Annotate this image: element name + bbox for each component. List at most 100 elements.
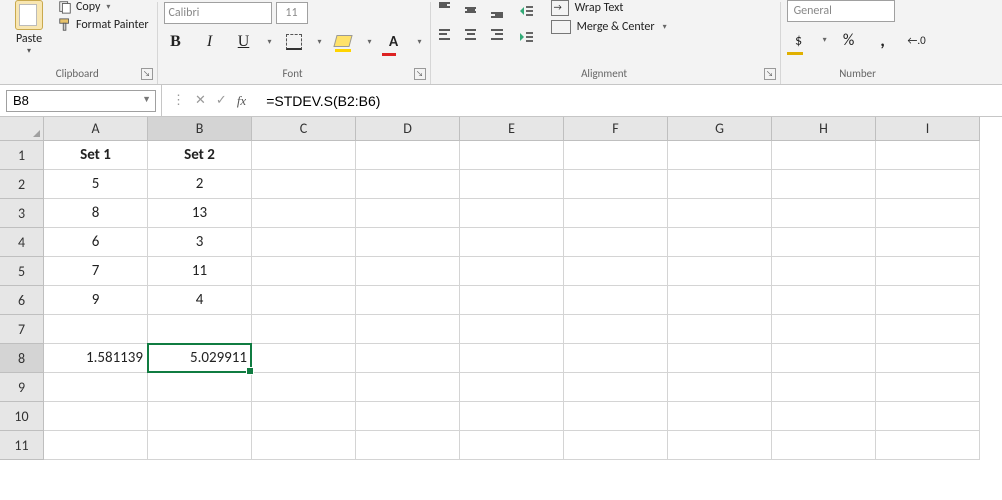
cell-F9[interactable] <box>564 373 668 402</box>
cell-C7[interactable] <box>252 315 356 344</box>
cell-I3[interactable] <box>876 199 980 228</box>
borders-button[interactable] <box>282 30 306 54</box>
cell-A8[interactable]: 1.581139 <box>44 344 148 373</box>
chevron-down-icon[interactable]: ▾ <box>318 37 322 47</box>
cell-H4[interactable] <box>772 228 876 257</box>
cell-H11[interactable] <box>772 431 876 460</box>
comma-button[interactable]: , <box>871 28 895 52</box>
increase-indent-button[interactable] <box>515 26 537 48</box>
align-middle-button[interactable] <box>461 0 481 20</box>
row-header-8[interactable]: 8 <box>0 344 44 373</box>
fx-icon[interactable]: fx <box>237 93 246 109</box>
cell-D4[interactable] <box>356 228 460 257</box>
formula-dots-icon[interactable]: ⋮ <box>172 93 185 108</box>
cell-F2[interactable] <box>564 170 668 199</box>
fill-color-button[interactable] <box>332 30 356 54</box>
cell-H2[interactable] <box>772 170 876 199</box>
cell-G3[interactable] <box>668 199 772 228</box>
chevron-down-icon[interactable]: ▾ <box>368 37 372 47</box>
cell-I9[interactable] <box>876 373 980 402</box>
cell-A9[interactable] <box>44 373 148 402</box>
cell-H9[interactable] <box>772 373 876 402</box>
cell-D7[interactable] <box>356 315 460 344</box>
row-header-4[interactable]: 4 <box>0 228 44 257</box>
cell-C4[interactable] <box>252 228 356 257</box>
cell-D10[interactable] <box>356 402 460 431</box>
cell-G7[interactable] <box>668 315 772 344</box>
font-name-combo[interactable]: Calibri <box>164 2 272 24</box>
cell-E2[interactable] <box>460 170 564 199</box>
currency-button[interactable]: $ <box>787 28 811 52</box>
align-top-button[interactable] <box>437 0 457 20</box>
cell-A7[interactable] <box>44 315 148 344</box>
cell-G9[interactable] <box>668 373 772 402</box>
cell-G1[interactable] <box>668 141 772 170</box>
cell-A6[interactable]: 9 <box>44 286 148 315</box>
cell-H8[interactable] <box>772 344 876 373</box>
cell-I6[interactable] <box>876 286 980 315</box>
cell-I4[interactable] <box>876 228 980 257</box>
cell-F1[interactable] <box>564 141 668 170</box>
cell-C3[interactable] <box>252 199 356 228</box>
chevron-down-icon[interactable]: ▾ <box>268 37 272 47</box>
cell-H1[interactable] <box>772 141 876 170</box>
chevron-down-icon[interactable]: ▾ <box>823 35 827 45</box>
cell-D9[interactable] <box>356 373 460 402</box>
cell-C9[interactable] <box>252 373 356 402</box>
accept-formula-button[interactable]: ✓ <box>216 93 227 108</box>
cell-E7[interactable] <box>460 315 564 344</box>
cell-G2[interactable] <box>668 170 772 199</box>
cell-G10[interactable] <box>668 402 772 431</box>
row-header-9[interactable]: 9 <box>0 373 44 402</box>
increase-decimal-button[interactable]: ←.0 <box>905 28 929 52</box>
cell-D6[interactable] <box>356 286 460 315</box>
cell-H3[interactable] <box>772 199 876 228</box>
row-header-11[interactable]: 11 <box>0 431 44 460</box>
cell-E8[interactable] <box>460 344 564 373</box>
cell-D5[interactable] <box>356 257 460 286</box>
cell-B9[interactable] <box>148 373 252 402</box>
wrap-text-button[interactable]: Wrap Text <box>551 0 667 16</box>
row-header-6[interactable]: 6 <box>0 286 44 315</box>
cell-A11[interactable] <box>44 431 148 460</box>
percent-button[interactable]: % <box>837 28 861 52</box>
cell-C6[interactable] <box>252 286 356 315</box>
cell-C2[interactable] <box>252 170 356 199</box>
cell-I7[interactable] <box>876 315 980 344</box>
column-header-E[interactable]: E <box>460 117 564 141</box>
cell-I8[interactable] <box>876 344 980 373</box>
name-box[interactable]: ▼ <box>0 85 162 116</box>
cell-G8[interactable] <box>668 344 772 373</box>
row-header-10[interactable]: 10 <box>0 402 44 431</box>
cell-A2[interactable]: 5 <box>44 170 148 199</box>
cell-I2[interactable] <box>876 170 980 199</box>
font-dialog-launcher[interactable]: ↘ <box>414 68 426 80</box>
cell-F5[interactable] <box>564 257 668 286</box>
underline-button[interactable]: U <box>232 30 256 54</box>
cell-C1[interactable] <box>252 141 356 170</box>
column-header-F[interactable]: F <box>564 117 668 141</box>
cell-E6[interactable] <box>460 286 564 315</box>
row-header-2[interactable]: 2 <box>0 170 44 199</box>
cell-C11[interactable] <box>252 431 356 460</box>
row-header-3[interactable]: 3 <box>0 199 44 228</box>
align-right-button[interactable] <box>485 24 505 44</box>
paste-button[interactable]: Paste ▾ <box>6 2 52 56</box>
column-header-I[interactable]: I <box>876 117 980 141</box>
cell-B2[interactable]: 2 <box>148 170 252 199</box>
row-header-1[interactable]: 1 <box>0 141 44 170</box>
cell-A3[interactable]: 8 <box>44 199 148 228</box>
cell-B3[interactable]: 13 <box>148 199 252 228</box>
column-header-D[interactable]: D <box>356 117 460 141</box>
cell-D8[interactable] <box>356 344 460 373</box>
column-header-A[interactable]: A <box>44 117 148 141</box>
cell-B6[interactable]: 4 <box>148 286 252 315</box>
cell-B1[interactable]: Set 2 <box>148 141 252 170</box>
cell-H6[interactable] <box>772 286 876 315</box>
decrease-indent-button[interactable] <box>515 0 537 22</box>
cell-F3[interactable] <box>564 199 668 228</box>
font-color-button[interactable]: A <box>382 30 406 54</box>
alignment-dialog-launcher[interactable]: ↘ <box>764 68 776 80</box>
number-format-combo[interactable]: General <box>787 0 895 22</box>
cell-G5[interactable] <box>668 257 772 286</box>
